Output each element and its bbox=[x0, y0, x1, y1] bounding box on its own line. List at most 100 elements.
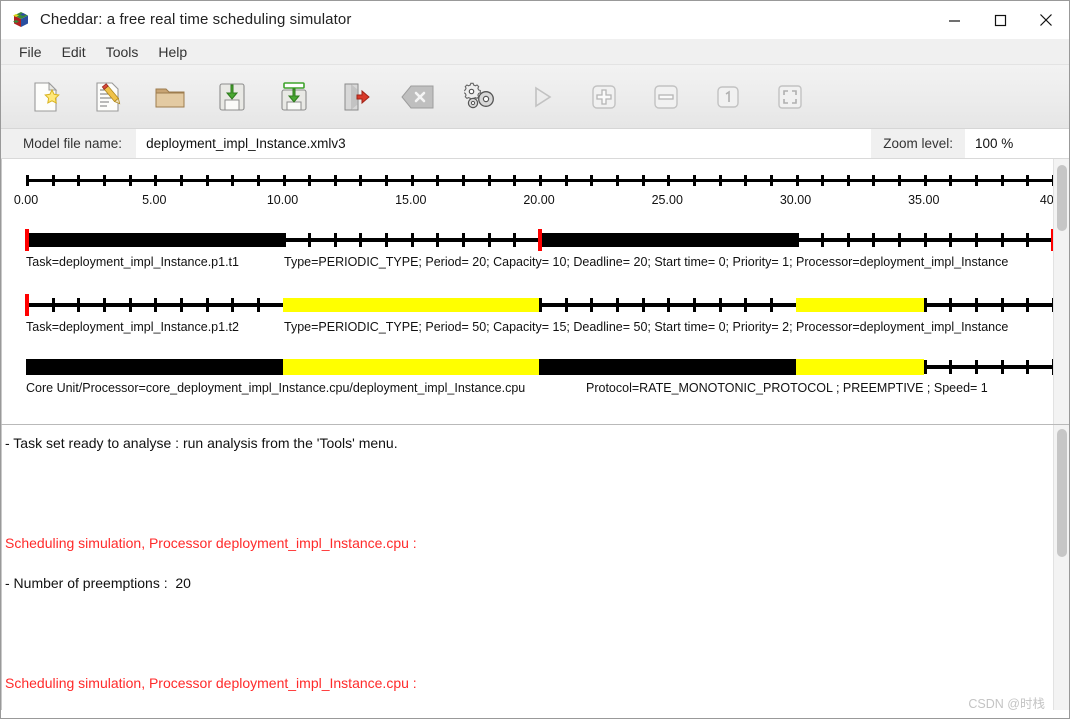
window-controls bbox=[931, 1, 1069, 39]
axis-tick bbox=[898, 175, 902, 186]
zoom-level-label: Zoom level: bbox=[871, 129, 965, 158]
row-tick bbox=[975, 298, 979, 312]
axis-tick bbox=[667, 175, 671, 186]
log-blank-line bbox=[4, 613, 1053, 633]
axis-tick bbox=[205, 175, 209, 186]
row-tick bbox=[51, 298, 55, 312]
row-tick bbox=[846, 233, 850, 247]
axis-tick bbox=[692, 175, 696, 186]
model-file-name-value[interactable]: deployment_impl_Instance.xmlv3 bbox=[136, 129, 872, 158]
log-line: - Number of preemptions : 20 bbox=[5, 575, 191, 591]
save-project-button[interactable] bbox=[201, 74, 263, 120]
log-blank-line bbox=[4, 653, 1053, 673]
axis-tick bbox=[256, 175, 260, 186]
axis-tick bbox=[231, 175, 235, 186]
axis-tick bbox=[539, 175, 542, 186]
minimize-button[interactable] bbox=[931, 1, 977, 39]
chart-vertical-scrollbar[interactable] bbox=[1053, 159, 1069, 424]
row-tick bbox=[923, 298, 927, 312]
close-button[interactable] bbox=[1023, 1, 1069, 39]
settings-button[interactable] bbox=[449, 74, 511, 120]
window-title: Cheddar: a free real time scheduling sim… bbox=[40, 11, 352, 28]
axis-tick bbox=[128, 175, 132, 186]
row-tick bbox=[256, 298, 260, 312]
axis-tick bbox=[949, 175, 953, 186]
log-blank-line bbox=[4, 473, 1053, 493]
gantt-row-task-t2[interactable]: Task=deployment_impl_Instance.p1.t2 Type=… bbox=[2, 284, 1053, 349]
gantt-segment bbox=[26, 359, 283, 375]
task-t1-track bbox=[25, 229, 1053, 251]
menu-help[interactable]: Help bbox=[148, 41, 197, 63]
row-tick bbox=[1026, 298, 1030, 312]
gantt-row-task-t1[interactable]: Task=deployment_impl_Instance.p1.t1 Type=… bbox=[2, 219, 1053, 284]
axis-tick-label: 10.00 bbox=[266, 193, 299, 207]
processor-name: Core Unit/Processor=core_deployment_impl… bbox=[26, 381, 526, 395]
menu-edit[interactable]: Edit bbox=[52, 41, 96, 63]
gantt-segment bbox=[282, 359, 539, 375]
log-output-pane: - Task set ready to analyse : run analys… bbox=[1, 425, 1069, 710]
gantt-segment bbox=[539, 233, 796, 247]
save-disk-icon bbox=[217, 81, 247, 113]
gantt-chart-canvas[interactable]: 0.00 5.00 10.00 15.00 20.00 25.00 30.00 35.00 40… bbox=[1, 159, 1053, 424]
row-tick bbox=[179, 298, 183, 312]
one-icon bbox=[714, 83, 742, 111]
edit-project-button[interactable] bbox=[77, 74, 139, 120]
chart-scrollbar-thumb[interactable] bbox=[1057, 165, 1067, 231]
axis-tick bbox=[821, 175, 825, 186]
axis-tick bbox=[513, 175, 517, 186]
watermark: CSDN @时栈 bbox=[968, 697, 1045, 711]
axis-tick bbox=[462, 175, 466, 186]
row-tick bbox=[231, 298, 235, 312]
log-blank-line bbox=[4, 453, 1053, 473]
row-tick bbox=[975, 233, 979, 247]
close-project-button bbox=[387, 74, 449, 120]
axis-tick bbox=[795, 175, 799, 186]
row-tick bbox=[949, 298, 953, 312]
save-as-disk-icon bbox=[279, 81, 309, 113]
axis-tick-label: 0.00 bbox=[13, 193, 39, 207]
gantt-row-processor[interactable]: Core Unit/Processor=core_deployment_impl… bbox=[2, 349, 1053, 412]
zoom-in-button bbox=[573, 74, 635, 120]
processor-caption: Core Unit/Processor=core_deployment_impl… bbox=[26, 381, 988, 395]
menu-tools[interactable]: Tools bbox=[96, 41, 149, 63]
save-as-button[interactable] bbox=[263, 74, 325, 120]
cheddar-cube-icon bbox=[12, 11, 30, 29]
log-output-text[interactable]: - Task set ready to analyse : run analys… bbox=[1, 425, 1053, 710]
title-bar: Cheddar: a free real time scheduling sim… bbox=[1, 1, 1069, 39]
gantt-chart-pane: 0.00 5.00 10.00 15.00 20.00 25.00 30.00 35.00 40… bbox=[1, 159, 1069, 425]
row-tick bbox=[923, 233, 927, 247]
row-tick bbox=[487, 233, 491, 247]
axis-tick bbox=[590, 175, 594, 186]
row-tick bbox=[539, 298, 542, 312]
axis-tick bbox=[975, 175, 979, 186]
row-tick bbox=[590, 298, 594, 312]
row-tick bbox=[128, 298, 132, 312]
axis-tick bbox=[385, 175, 389, 186]
maximize-button[interactable] bbox=[977, 1, 1023, 39]
zoom-level-value[interactable]: 100 % bbox=[965, 129, 1069, 158]
row-tick bbox=[462, 233, 466, 247]
zoom-reset-button bbox=[697, 74, 759, 120]
gantt-segment bbox=[795, 298, 924, 312]
row-tick bbox=[821, 233, 825, 247]
row-tick bbox=[205, 298, 209, 312]
axis-tick bbox=[487, 175, 491, 186]
row-tick bbox=[385, 233, 389, 247]
model-file-name-label: Model file name: bbox=[23, 136, 123, 151]
row-tick bbox=[872, 233, 876, 247]
row-tick bbox=[692, 298, 696, 312]
log-vertical-scrollbar[interactable] bbox=[1053, 425, 1069, 710]
row-tick bbox=[923, 360, 927, 374]
export-button[interactable] bbox=[325, 74, 387, 120]
task-t2-track bbox=[25, 294, 1053, 316]
axis-tick bbox=[26, 175, 29, 186]
row-tick bbox=[949, 360, 953, 374]
row-tick bbox=[898, 233, 902, 247]
row-tick bbox=[667, 298, 671, 312]
time-axis-row: 0.00 5.00 10.00 15.00 20.00 25.00 30.00 35.00 40… bbox=[2, 159, 1053, 219]
menu-file[interactable]: File bbox=[9, 41, 52, 63]
new-project-button[interactable] bbox=[15, 74, 77, 120]
open-project-button[interactable] bbox=[139, 74, 201, 120]
arrival-arrow bbox=[538, 229, 542, 251]
log-scrollbar-thumb[interactable] bbox=[1057, 429, 1067, 557]
